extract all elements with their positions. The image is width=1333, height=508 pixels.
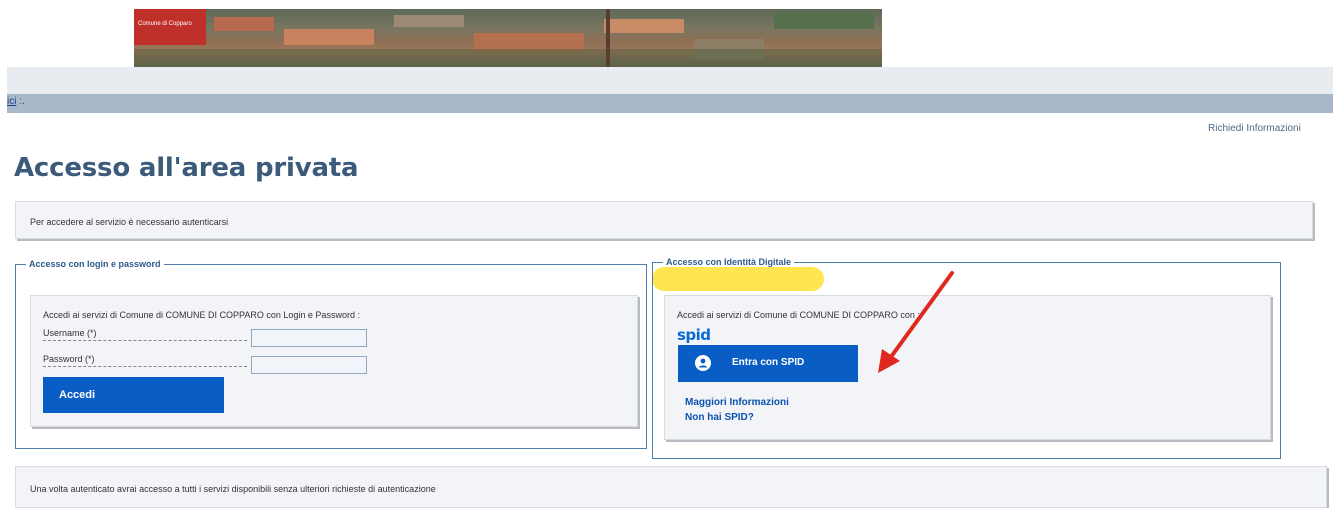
spid-button-label: Entra con SPID xyxy=(732,357,805,368)
breadcrumb-link[interactable]: ici xyxy=(7,96,16,107)
red-arrow-annotation xyxy=(878,271,954,373)
spid-logo: spid xyxy=(677,326,711,344)
municipality-logo: Comune di Copparo xyxy=(134,9,206,45)
user-icon xyxy=(695,355,711,371)
spid-more-info-link[interactable]: Maggiori Informazioni xyxy=(685,397,789,408)
request-info-link[interactable]: Richiedi Informazioni xyxy=(1208,123,1301,134)
no-spid-link[interactable]: Non hai SPID? xyxy=(685,412,754,423)
breadcrumb-separator: :. xyxy=(19,96,25,107)
password-input[interactable] xyxy=(251,356,367,374)
login-panel: Accedi ai servizi di Comune di COMUNE DI… xyxy=(30,295,638,427)
post-auth-notice-text: Una volta autenticato avrai accesso a tu… xyxy=(30,484,436,494)
breadcrumb: ici :. xyxy=(7,96,25,107)
logo-text: Comune di Copparo xyxy=(138,21,192,27)
navigation-bar xyxy=(7,94,1333,113)
login-submit-button[interactable]: Accedi xyxy=(43,377,224,413)
auth-notice-box: Per accedere al servizio è necessario au… xyxy=(15,201,1313,239)
username-label: Username (*) xyxy=(43,328,247,341)
login-fieldset-legend: Accesso con login e password xyxy=(29,259,161,269)
header-band xyxy=(7,67,1333,94)
spid-fieldset-legend: Accesso con Identità Digitale xyxy=(666,257,792,267)
town-banner-image: Comune di Copparo xyxy=(134,9,882,67)
login-intro-text: Accedi ai servizi di Comune di COMUNE DI… xyxy=(43,310,360,320)
username-input[interactable] xyxy=(251,329,367,347)
auth-notice-text: Per accedere al servizio è necessario au… xyxy=(30,217,229,227)
page-title: Accesso all'area privata xyxy=(14,153,359,183)
password-label: Password (*) xyxy=(43,354,247,367)
spid-login-button[interactable]: Entra con SPID xyxy=(678,345,858,382)
